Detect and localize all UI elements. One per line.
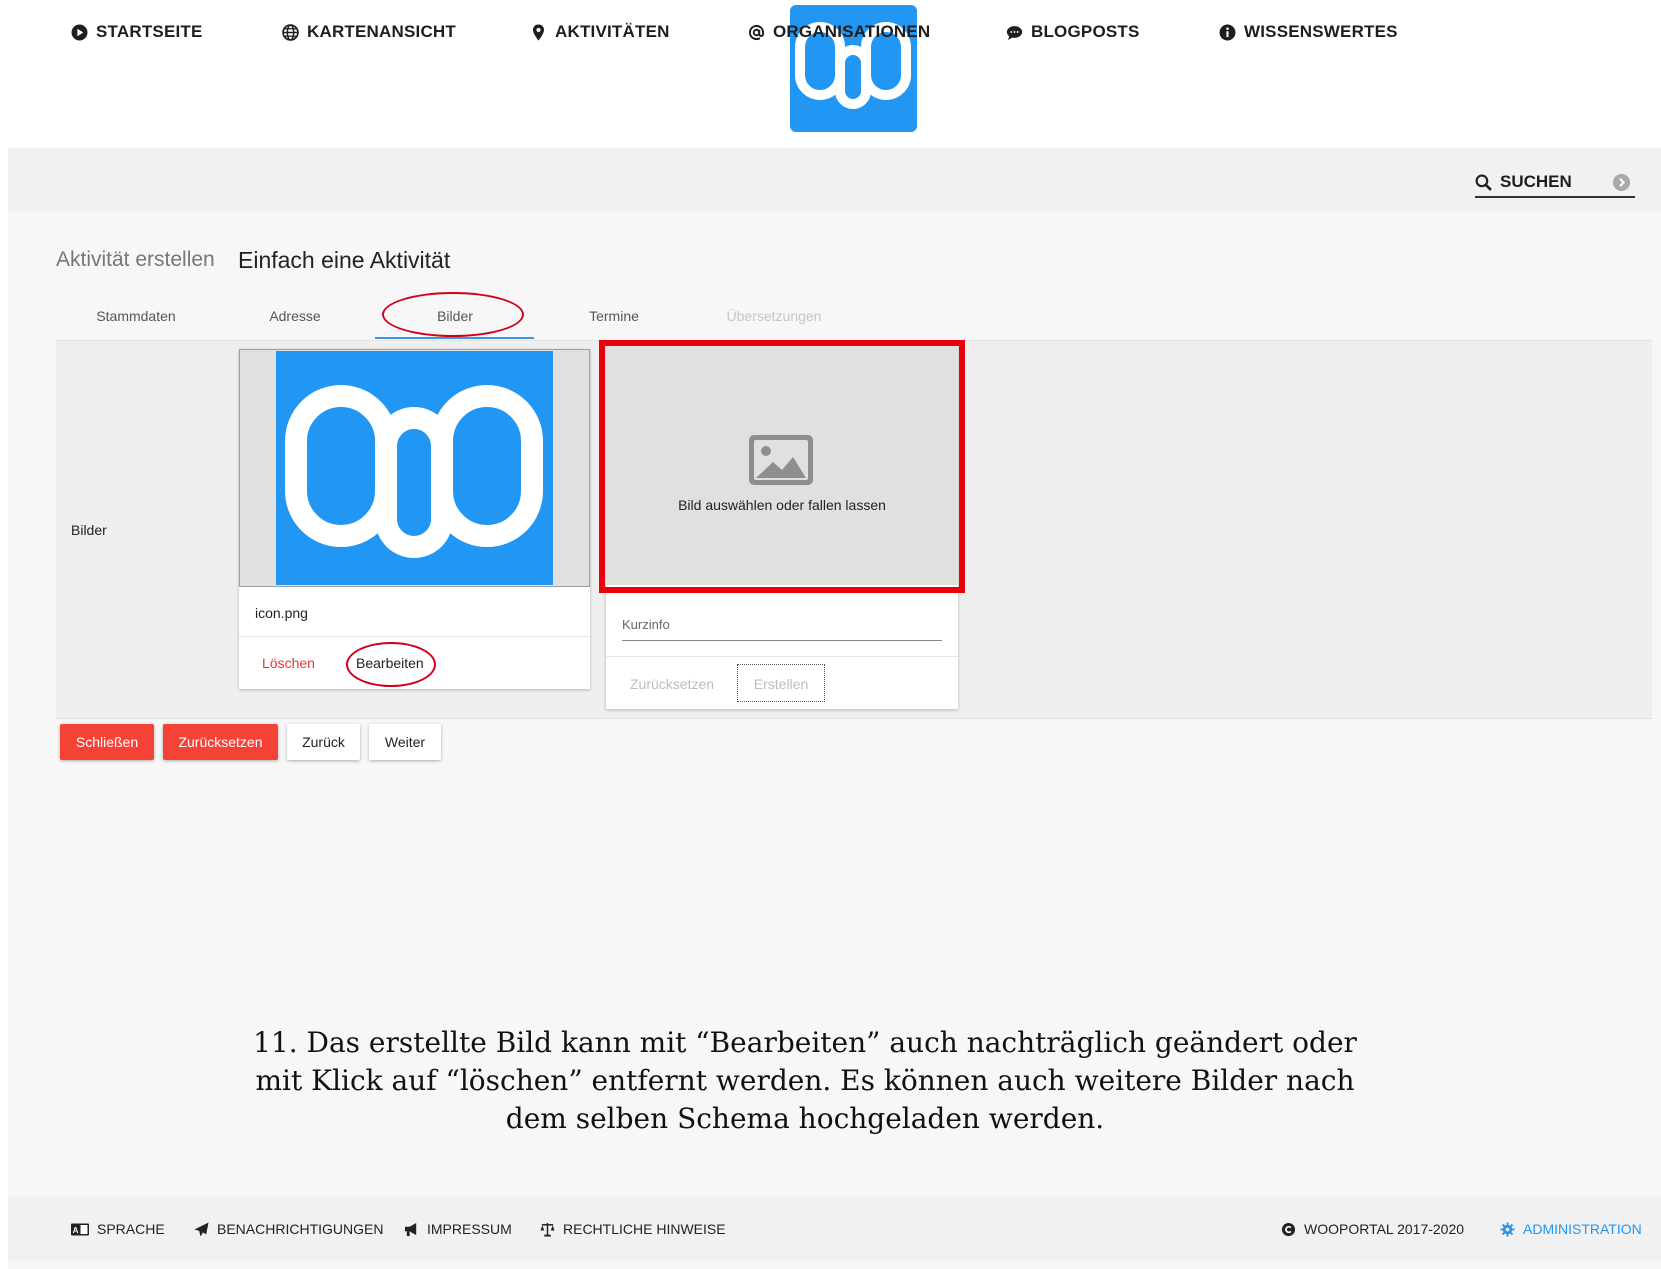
card-divider [606,656,958,657]
image-thumbnail [276,351,553,585]
footer-imprint[interactable]: IMPRESSUM [404,1218,512,1240]
highlight-tab-bilder [382,292,524,337]
nav-kartenansicht[interactable]: KARTENANSICHT [282,0,456,64]
info-circle-icon [1219,24,1236,40]
nav-aktivitaeten[interactable]: AKTIVITÄTEN [530,0,670,64]
nav-startseite[interactable]: STARTSEITE [71,0,203,64]
main-navbar [8,148,1661,212]
footer-language-label: SPRACHE [97,1221,165,1237]
delete-image-button[interactable]: Löschen [262,655,315,671]
search-field[interactable]: SUCHEN [1475,168,1635,198]
section-divider [56,718,1652,719]
at-icon [748,24,765,40]
tab-uebersetzungen: Übersetzungen [726,308,822,324]
globe-icon [282,23,299,41]
search-label: SUCHEN [1500,172,1572,191]
comments-icon [1006,25,1023,40]
active-tab-indicator [375,337,534,339]
nav-label: AKTIVITÄTEN [555,22,670,41]
card-divider [239,636,590,637]
search-submit-icon[interactable] [1613,174,1630,191]
nav-label: BLOGPOSTS [1031,22,1140,41]
images-section-label: Bilder [71,522,107,538]
caption-line: 11. Das erstellte Bild kann mit “Bearbei… [253,1026,1357,1059]
footer-legal-label: RECHTLICHE HINWEISE [563,1221,726,1237]
balance-scale-icon [540,1222,555,1237]
breadcrumb[interactable]: Aktivität erstellen [56,248,215,272]
footer-notifications[interactable]: BENACHRICHTIGUNGEN [194,1218,383,1240]
reset-upload-button[interactable]: Zurücksetzen [630,676,714,692]
language-icon: A [71,1223,89,1235]
nav-label: ORGANISATIONEN [773,22,931,41]
tab-adresse[interactable]: Adresse [215,300,375,340]
image-file-name: icon.png [255,605,308,621]
highlight-drop-zone [599,340,965,593]
footer-imprint-label: IMPRESSUM [427,1221,512,1237]
create-image-button[interactable]: Erstellen [737,664,825,702]
megaphone-icon [404,1222,417,1236]
footer-administration[interactable]: ADMINISTRATION [1500,1218,1642,1240]
footer-notifications-label: BENACHRICHTIGUNGEN [217,1221,384,1237]
svg-text:A: A [73,1226,79,1235]
nav-label: KARTENANSICHT [307,22,456,41]
copyright-icon [1281,1222,1296,1236]
nav-label: WISSENSWERTES [1244,22,1398,41]
short-info-input[interactable]: Kurzinfo [622,615,942,641]
nav-wissenswertes[interactable]: WISSENSWERTES [1219,0,1398,64]
caption-line: mit Klick auf “löschen” entfernt werden.… [255,1064,1355,1097]
search-icon [1475,174,1492,191]
footer-copyright: WOOPORTAL 2017-2020 [1281,1218,1464,1240]
back-button[interactable]: Zurück [287,724,360,760]
nav-label: STARTSEITE [96,22,203,41]
nav-organisationen[interactable]: ORGANISATIONEN [748,0,930,64]
tab-stammdaten[interactable]: Stammdaten [56,300,216,340]
highlight-edit-button [346,642,436,687]
reset-button[interactable]: Zurücksetzen [163,724,278,760]
footer-copyright-label: WOOPORTAL 2017-2020 [1304,1221,1465,1237]
uploaded-image-card: icon.png Löschen Bearbeiten [239,349,590,689]
tab-termine[interactable]: Termine [534,300,694,340]
tutorial-caption: 11. Das erstellte Bild kann mit “Bearbei… [200,1024,1410,1138]
paper-plane-icon [194,1221,209,1237]
nav-blogposts[interactable]: BLOGPOSTS [1006,0,1140,64]
footer-administration-label: ADMINISTRATION [1523,1221,1642,1237]
next-button[interactable]: Weiter [369,724,441,760]
footer-language[interactable]: A SPRACHE [71,1218,165,1240]
caption-line: dem selben Schema hochgeladen werden. [505,1102,1105,1135]
close-button[interactable]: Schließen [60,724,154,760]
page-title: Einfach eine Aktivität [238,247,451,273]
map-marker-icon [532,24,545,40]
image-preview [239,349,590,587]
footer-legal[interactable]: RECHTLICHE HINWEISE [540,1218,726,1240]
play-circle-icon [71,24,88,40]
gear-icon [1500,1221,1515,1237]
